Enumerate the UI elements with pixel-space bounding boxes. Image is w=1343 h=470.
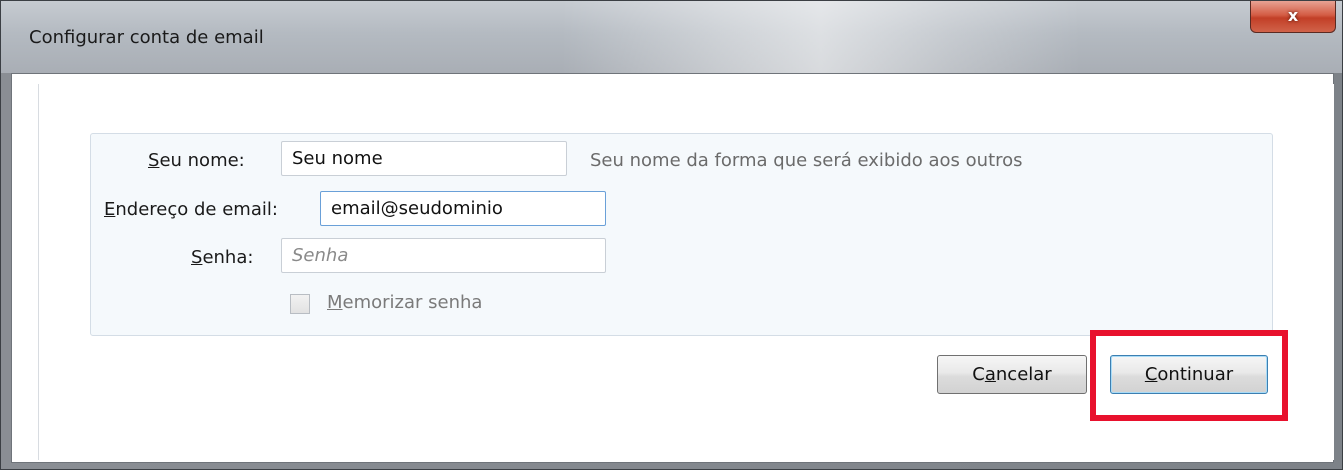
password-input[interactable]: Senha <box>281 238 606 273</box>
name-label: Seu nome: <box>148 150 245 171</box>
highlight-box <box>1090 330 1288 421</box>
cancel-button[interactable]: Cancelar <box>937 355 1087 394</box>
email-input[interactable]: email@seudominio <box>320 191 606 226</box>
close-button[interactable]: x <box>1250 1 1336 33</box>
password-label: Senha: <box>191 247 254 268</box>
name-hint: Seu nome da forma que será exibido aos o… <box>590 150 1023 171</box>
window-title: Configurar conta de email <box>29 27 264 48</box>
remember-password-checkbox[interactable] <box>290 294 310 314</box>
email-label: Endereço de email: <box>104 199 278 220</box>
name-input[interactable]: Seu nome <box>281 141 567 176</box>
title-bar[interactable]: Configurar conta de email <box>1 1 1342 73</box>
close-icon: x <box>1287 6 1299 25</box>
remember-password-label[interactable]: Memorizar senha <box>327 292 482 313</box>
